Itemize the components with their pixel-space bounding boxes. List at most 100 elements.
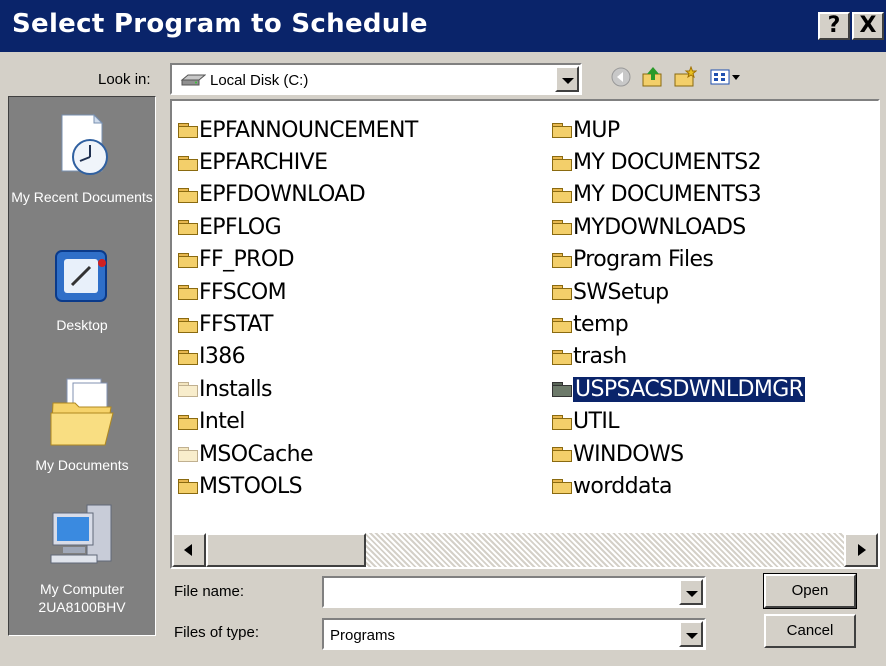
file-name: EPFANNOUNCEMENT (199, 117, 418, 143)
my-documents-icon (50, 378, 114, 446)
places-bar: My Recent Documents Desktop My Documents (8, 96, 156, 636)
folder-icon (178, 285, 198, 301)
file-list-item[interactable]: Program Files (552, 244, 805, 276)
file-list-item[interactable]: FFSCOM (178, 276, 418, 308)
folder-icon (552, 382, 572, 398)
file-dialog: Select Program to Schedule ? X Look in: … (0, 0, 886, 666)
file-list-item[interactable]: MSOCache (178, 438, 418, 470)
folder-icon (552, 447, 572, 463)
hard-disk-icon (180, 74, 206, 86)
file-list-item[interactable]: worddata (552, 470, 805, 502)
up-folder-icon[interactable] (640, 66, 666, 92)
file-name: Installs (199, 376, 272, 402)
file-name: MY DOCUMENTS2 (573, 150, 762, 176)
file-list-item[interactable]: FF_PROD (178, 244, 418, 276)
file-list-item[interactable]: Intel (178, 406, 418, 438)
folder-icon (178, 187, 198, 203)
place-label: My Documents (35, 457, 129, 473)
folder-icon (552, 414, 572, 430)
file-list[interactable]: EPFANNOUNCEMENT EPFARCHIVE EPFDOWNLOAD EPFL… (170, 99, 880, 569)
place-my-documents[interactable]: My Documents (9, 373, 155, 474)
file-list-item[interactable]: FFSTAT (178, 308, 418, 340)
folder-icon (552, 252, 572, 268)
file-list-item[interactable]: trash (552, 341, 805, 373)
file-list-item[interactable]: SWSetup (552, 276, 805, 308)
help-button[interactable]: ? (818, 12, 850, 40)
folder-icon (178, 155, 198, 171)
folder-icon (552, 187, 572, 203)
file-name-label: File name: (174, 583, 245, 600)
file-list-item[interactable]: I386 (178, 341, 418, 373)
file-name-input[interactable] (322, 576, 706, 608)
folder-icon (178, 382, 198, 398)
cancel-button[interactable]: Cancel (764, 614, 856, 648)
folder-icon (178, 252, 198, 268)
file-name: worddata (573, 473, 672, 499)
file-name: MUP (573, 117, 620, 143)
file-name: USPSACSDWNLDMGR (571, 375, 807, 403)
file-type-label: Files of type: (174, 624, 260, 641)
place-label: My Computer 2UA8100BHV (38, 581, 126, 615)
file-name: FF_PROD (199, 247, 295, 273)
file-name: trash (573, 344, 627, 370)
file-list-item[interactable]: MUP (552, 114, 805, 146)
file-list-item[interactable]: MYDOWNLOADS (552, 211, 805, 243)
views-menu-icon[interactable] (708, 66, 744, 92)
place-desktop[interactable]: Desktop (9, 245, 155, 334)
file-list-item[interactable]: EPFARCHIVE (178, 146, 418, 178)
look-in-label: Look in: (98, 71, 151, 88)
file-name: UTIL (573, 409, 619, 435)
file-type-dropdown-arrow-icon[interactable] (679, 621, 703, 647)
file-list-item[interactable]: EPFANNOUNCEMENT (178, 114, 418, 146)
new-folder-icon[interactable] (672, 65, 698, 92)
place-label: My Recent Documents (11, 189, 153, 205)
file-type-select[interactable]: Programs (322, 618, 706, 650)
file-name: FFSCOM (199, 279, 287, 305)
my-computer-icon (50, 504, 112, 564)
file-name-dropdown-arrow-icon[interactable] (679, 579, 703, 605)
file-list-item[interactable]: MSTOOLS (178, 470, 418, 502)
folder-icon (178, 317, 198, 333)
scroll-right-button[interactable] (844, 533, 878, 567)
file-type-value: Programs (330, 627, 396, 644)
file-name: EPFLOG (199, 214, 282, 240)
file-name: I386 (199, 344, 246, 370)
file-name: Program Files (573, 247, 714, 273)
place-my-computer[interactable]: My Computer 2UA8100BHV (9, 497, 155, 616)
folder-icon (552, 285, 572, 301)
file-name: MYDOWNLOADS (573, 214, 746, 240)
open-button[interactable]: Open (763, 573, 857, 609)
file-list-item[interactable]: EPFDOWNLOAD (178, 179, 418, 211)
look-in-dropdown[interactable]: Local Disk (C:) (170, 63, 582, 95)
scroll-thumb[interactable] (206, 533, 366, 567)
place-my-recent-documents[interactable]: My Recent Documents (9, 111, 155, 206)
close-button[interactable]: X (852, 12, 884, 40)
scroll-left-button[interactable] (172, 533, 206, 567)
file-list-item[interactable]: MY DOCUMENTS2 (552, 146, 805, 178)
folder-icon (552, 123, 572, 139)
file-list-left-column: EPFANNOUNCEMENT EPFARCHIVE EPFDOWNLOAD EPFL… (178, 114, 418, 503)
horizontal-scrollbar[interactable] (172, 533, 878, 567)
file-name: WINDOWS (573, 441, 684, 467)
look-in-value: Local Disk (C:) (210, 72, 309, 89)
file-name: EPFARCHIVE (199, 150, 328, 176)
file-list-item[interactable]: WINDOWS (552, 438, 805, 470)
file-list-item[interactable]: MY DOCUMENTS3 (552, 179, 805, 211)
file-list-item[interactable]: UTIL (552, 406, 805, 438)
folder-icon (552, 155, 572, 171)
file-list-item[interactable]: Installs (178, 373, 418, 405)
folder-icon (178, 479, 198, 495)
file-name: Intel (199, 409, 245, 435)
file-list-item[interactable]: USPSACSDWNLDMGR (552, 373, 807, 405)
title-bar: Select Program to Schedule ? X (0, 0, 886, 52)
file-list-item[interactable]: temp (552, 308, 805, 340)
folder-icon (178, 220, 198, 236)
file-list-item[interactable]: EPFLOG (178, 211, 418, 243)
look-in-dropdown-arrow-icon[interactable] (555, 66, 579, 92)
back-arrow-icon[interactable] (608, 66, 634, 92)
folder-icon (552, 349, 572, 365)
scroll-track[interactable] (366, 533, 844, 567)
place-label: Desktop (56, 317, 108, 333)
folder-icon (552, 220, 572, 236)
file-name: MSTOOLS (199, 473, 303, 499)
